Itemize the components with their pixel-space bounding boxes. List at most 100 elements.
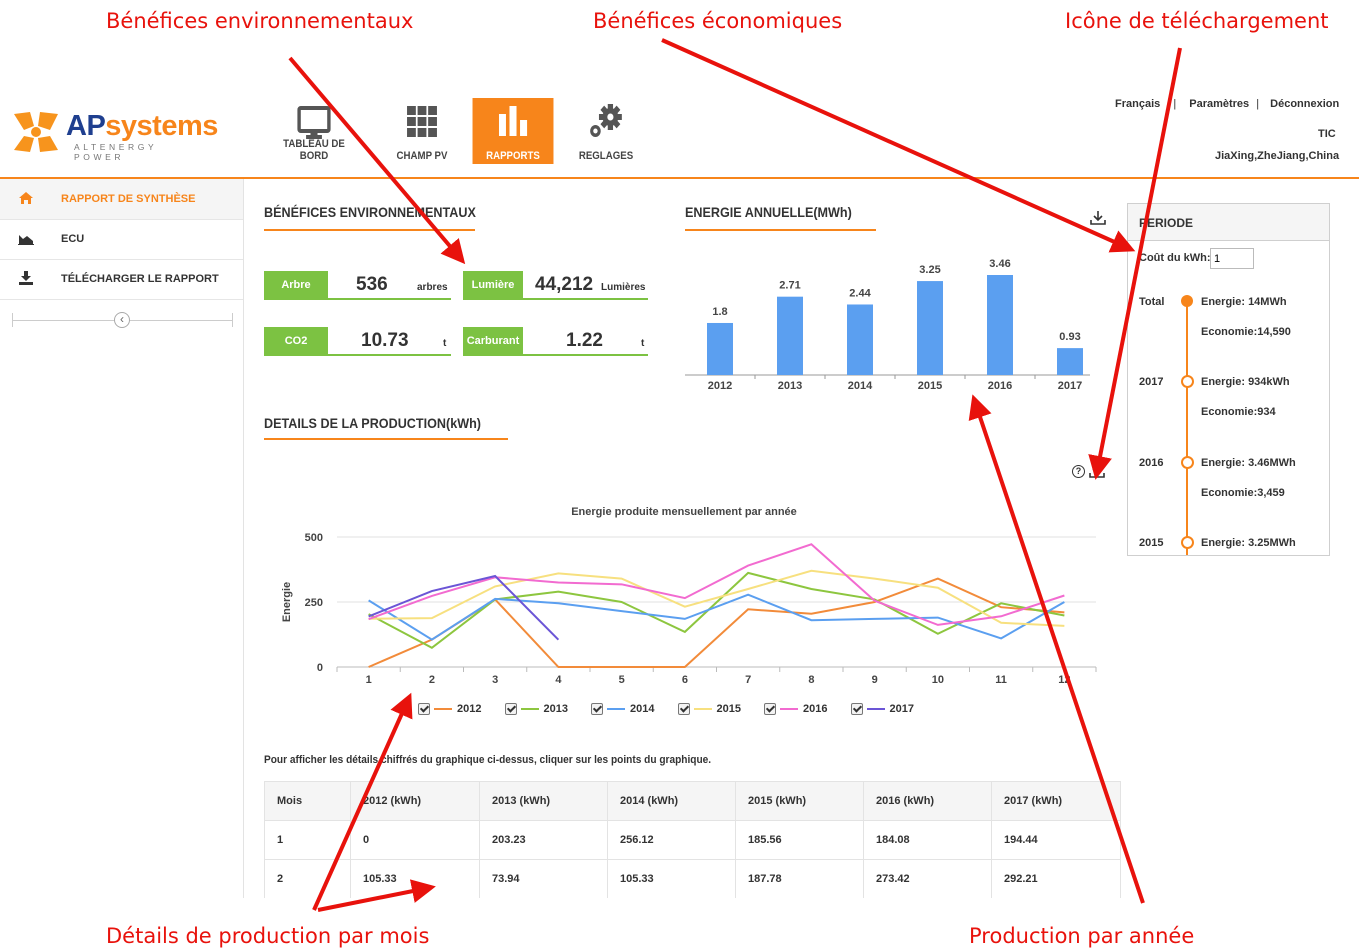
periode-economy: Economie:934: [1201, 406, 1276, 418]
legend-checkbox[interactable]: [850, 703, 863, 716]
legend-item-2016[interactable]: 2016: [764, 703, 828, 716]
nav-label: REGLAGES: [578, 150, 634, 162]
sidebar-item-label: RAPPORT DE SYNTHÈSE: [61, 193, 196, 205]
download-production-icon[interactable]: [1089, 463, 1105, 479]
logout-link[interactable]: Déconnexion: [1270, 98, 1339, 110]
table-header: 2014 (kWh): [607, 781, 736, 821]
bar-value-label: 2.71: [779, 280, 800, 292]
timeline-dot[interactable]: [1181, 456, 1194, 469]
legend-item-2017[interactable]: 2017: [850, 703, 914, 716]
legend-checkbox[interactable]: [591, 703, 603, 716]
bar-chart-icon: [498, 106, 528, 136]
sidebar-item-telecharger[interactable]: TÉLÉCHARGER LE RAPPORT: [0, 259, 243, 300]
logo-systems: systems: [105, 110, 218, 142]
table-cell: 185.56: [735, 820, 864, 860]
x-tick-label: 2: [429, 674, 435, 686]
language-link[interactable]: Français: [1115, 98, 1160, 110]
timeline-dot-active[interactable]: [1181, 295, 1193, 307]
legend-item-2013[interactable]: 2013: [504, 703, 568, 716]
periode-energy: Energie: 934kWh: [1201, 376, 1290, 388]
legend-swatch: [607, 708, 625, 711]
table-cell: 73.94: [479, 859, 608, 899]
table-cell: 273.42: [863, 859, 992, 899]
x-tick-label: 2016: [988, 380, 1012, 392]
periode-economy: Economie:14,590: [1201, 326, 1291, 338]
production-title: DETAILS DE LA PRODUCTION(kWh): [264, 415, 481, 431]
tree-value: 536: [356, 274, 388, 295]
periode-year: 2017: [1139, 376, 1164, 388]
legend-checkbox[interactable]: [418, 703, 430, 716]
fuel-underline: [463, 354, 648, 356]
table-header: 2013 (kWh): [479, 781, 608, 821]
table-cell: 194.44: [991, 820, 1121, 860]
table-cell: 256.12: [607, 820, 736, 860]
sidebar-divider-cap: [12, 313, 13, 327]
cost-label: Coût du kWh:: [1139, 252, 1211, 264]
y-tick-label: 0: [317, 662, 323, 674]
legend-checkbox[interactable]: [677, 703, 690, 716]
nav-champ-pv[interactable]: CHAMP PV: [382, 98, 463, 164]
timeline-dot[interactable]: [1181, 536, 1194, 549]
timeline-dot[interactable]: [1181, 375, 1194, 388]
light-value: 44,212: [535, 274, 594, 295]
bar-value-label: 3.25: [919, 264, 940, 276]
nav-rapports[interactable]: RAPPORTS: [472, 98, 554, 164]
gears-icon: [590, 104, 622, 137]
help-icon[interactable]: ?: [1072, 465, 1085, 478]
production-title-underline: [264, 438, 508, 440]
legend-label: 2013: [543, 703, 568, 715]
series-line-2015: [368, 569, 1065, 627]
env-title-underline: [264, 229, 475, 231]
legend-item-2014[interactable]: 2014: [591, 703, 655, 716]
periode-title: PERIODE: [1139, 216, 1194, 230]
sidebar-item-synthese[interactable]: RAPPORT DE SYNTHÈSE: [0, 179, 243, 220]
legend-item-2012[interactable]: 2012: [418, 703, 481, 716]
legend-checkbox[interactable]: [504, 703, 517, 716]
legend-label: 2016: [803, 703, 828, 715]
logo-ap: AP: [66, 110, 106, 142]
y-tick-label: 250: [305, 597, 323, 609]
tree-tag: Arbre: [264, 271, 328, 299]
download-annual-icon[interactable]: [1090, 210, 1106, 226]
user-name: TIC: [1318, 128, 1336, 140]
collapse-sidebar-icon[interactable]: ‹: [114, 312, 130, 328]
table-row[interactable]: 1 0 203.23 256.12 185.56 184.08 194.44: [264, 820, 1121, 860]
periode-year: Total: [1139, 296, 1165, 308]
y-tick-label: 500: [305, 532, 323, 544]
sidebar-item-ecu[interactable]: ECU: [0, 219, 243, 260]
tree-unit: arbres: [417, 282, 448, 293]
logo[interactable]: APsystems ALTENERGY POWER: [10, 104, 218, 162]
x-tick-label: 2017: [1058, 380, 1082, 392]
annual-title: ENERGIE ANNUELLE(MWh): [685, 204, 852, 220]
nav-label: RAPPORTS: [486, 150, 540, 162]
x-tick-label: 10: [932, 674, 944, 686]
nav-tableau-de-bord[interactable]: TABLEAU DE BORD: [274, 98, 355, 164]
legend-item-2015[interactable]: 2015: [677, 703, 741, 716]
cost-input[interactable]: [1210, 248, 1254, 269]
legend-swatch: [780, 708, 798, 711]
legend-label: 2017: [889, 703, 914, 715]
parametres-link[interactable]: Paramètres: [1189, 98, 1249, 110]
table-note: Pour afficher les détails chiffrés du gr…: [264, 754, 712, 766]
periode-energy: Energie: 3.25MWh: [1201, 537, 1296, 549]
table-row[interactable]: 2 105.33 73.94 105.33 187.78 273.42 292.…: [264, 859, 1121, 899]
table-cell: 1: [264, 820, 351, 860]
legend-swatch: [693, 708, 712, 711]
y-axis-label: Energie: [281, 582, 293, 622]
bar: [917, 281, 943, 375]
bar-value-label: 0.93: [1059, 331, 1080, 343]
monitor-icon: [297, 106, 331, 139]
legend-label: 2014: [630, 703, 655, 715]
table-cell: 2: [264, 859, 351, 899]
nav-reglages[interactable]: REGLAGES: [566, 98, 647, 164]
bar: [777, 296, 803, 375]
x-tick-label: 2012: [708, 380, 732, 392]
bar-value-label: 2.44: [849, 287, 871, 299]
x-tick-label: 7: [745, 674, 751, 686]
fuel-value: 1.22: [566, 330, 603, 351]
callout-download: Icône de téléchargement: [1065, 9, 1329, 33]
x-tick-label: 12: [1058, 674, 1070, 686]
legend-swatch: [520, 708, 539, 711]
bar: [987, 275, 1013, 375]
legend-checkbox[interactable]: [764, 703, 776, 716]
